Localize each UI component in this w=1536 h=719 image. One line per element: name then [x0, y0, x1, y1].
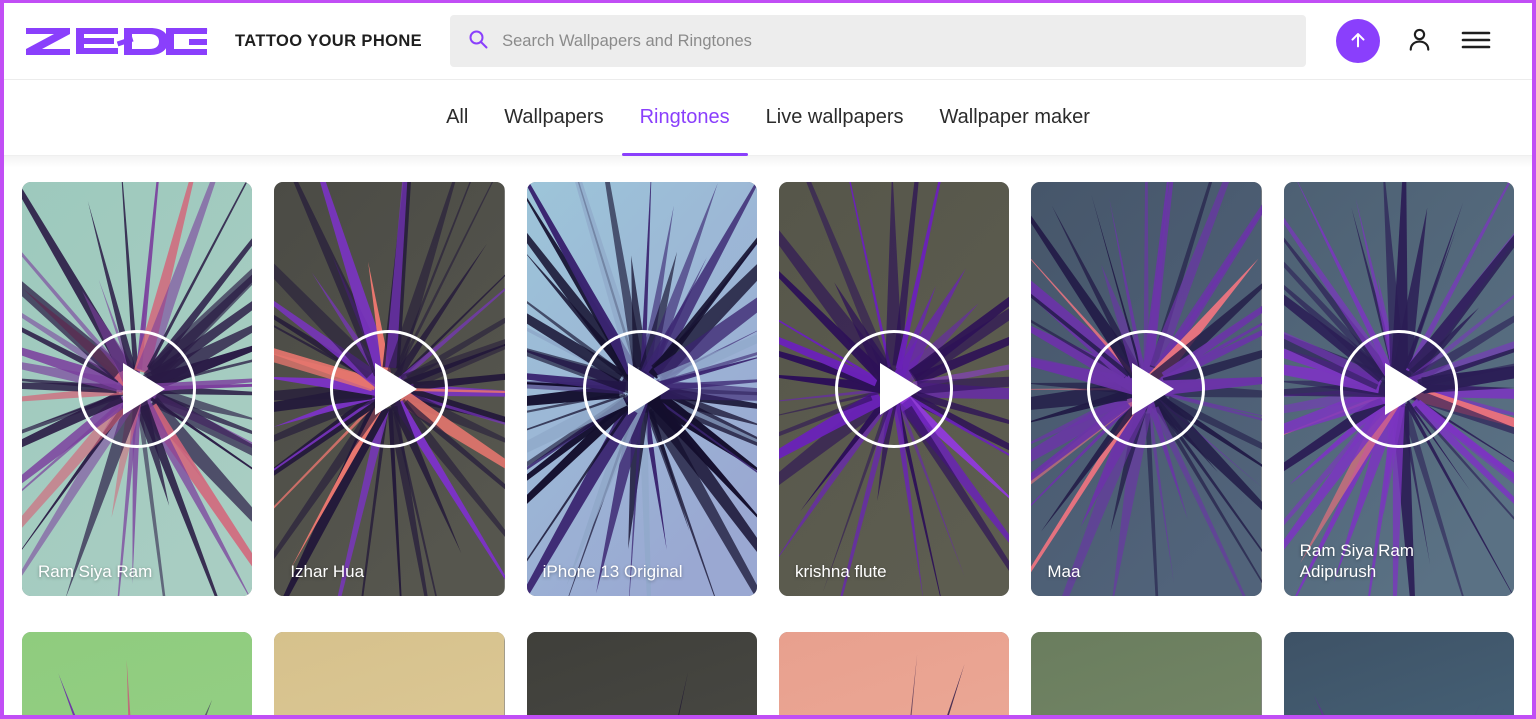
- play-triangle-icon: [375, 363, 418, 415]
- play-triangle-icon: [1132, 363, 1175, 415]
- ringtone-artwork: [274, 632, 505, 715]
- header-actions: [1336, 19, 1493, 63]
- play-triangle-icon: [880, 363, 923, 415]
- tab-wallpapers[interactable]: Wallpapers: [486, 80, 621, 156]
- tagline: TATTOO YOUR PHONE: [235, 31, 423, 50]
- site-header: ™ TATTOO YOUR PHONE: [4, 3, 1532, 80]
- ringtone-card[interactable]: [778, 632, 1010, 715]
- play-button-icon[interactable]: [1339, 330, 1458, 448]
- play-triangle-icon: [627, 363, 670, 415]
- menu-button[interactable]: [1459, 26, 1493, 57]
- ringtone-artwork: [22, 632, 253, 715]
- person-icon: [1406, 26, 1433, 56]
- ringtone-grid-row-2: [4, 618, 1532, 715]
- hamburger-menu-icon: [1461, 28, 1491, 55]
- ringtone-artwork: [778, 632, 1010, 715]
- ringtone-card[interactable]: iPhone 13 Original: [526, 182, 757, 596]
- tab-wallpaper-maker[interactable]: Wallpaper maker: [922, 80, 1108, 156]
- ringtone-card[interactable]: Maa: [1031, 182, 1262, 596]
- ringtone-artwork: [1031, 632, 1262, 715]
- category-tabs: All Wallpapers Ringtones Live wallpapers…: [4, 80, 1532, 156]
- ringtone-card[interactable]: Izhar Hua: [274, 182, 505, 596]
- play-triangle-icon: [123, 363, 166, 415]
- ringtone-grid-row-1: Ram Siya Ram Izhar Hua iPhone 13 Origina…: [4, 168, 1532, 596]
- play-button-icon[interactable]: [1087, 330, 1206, 448]
- play-button-icon[interactable]: [582, 330, 701, 448]
- ringtone-card[interactable]: [274, 632, 505, 715]
- ringtone-card[interactable]: [22, 632, 253, 715]
- search-icon: [468, 29, 488, 54]
- ringtone-artwork: [1283, 632, 1514, 715]
- trademark-symbol: ™: [200, 27, 208, 36]
- zedge-ringtones-page: ™ TATTOO YOUR PHONE Search Wallpapers an…: [0, 0, 1536, 719]
- ringtone-card[interactable]: [1283, 632, 1514, 715]
- account-button[interactable]: [1404, 24, 1435, 58]
- upload-arrow-icon: [1347, 29, 1369, 54]
- search-input[interactable]: [502, 31, 1289, 51]
- ringtone-card[interactable]: [526, 632, 757, 715]
- tab-all[interactable]: All: [428, 80, 486, 156]
- ringtone-artwork: [526, 632, 757, 715]
- tab-ringtones[interactable]: Ringtones: [621, 80, 748, 156]
- ringtone-card[interactable]: krishna flute: [778, 182, 1010, 596]
- ringtone-card[interactable]: Ram Siya Ram Adipurush: [1283, 182, 1514, 596]
- ringtone-card[interactable]: [1031, 632, 1262, 715]
- play-triangle-icon: [1384, 363, 1427, 415]
- play-button-icon[interactable]: [78, 330, 197, 448]
- play-button-icon[interactable]: [330, 330, 449, 448]
- nav-shadow: [4, 156, 1532, 168]
- search-bar[interactable]: [450, 15, 1307, 67]
- ringtone-card[interactable]: Ram Siya Ram: [22, 182, 253, 596]
- upload-button[interactable]: [1336, 19, 1381, 63]
- play-button-icon[interactable]: [835, 330, 954, 448]
- tab-live-wallpapers[interactable]: Live wallpapers: [748, 80, 922, 156]
- zedge-logo[interactable]: ™: [24, 25, 209, 57]
